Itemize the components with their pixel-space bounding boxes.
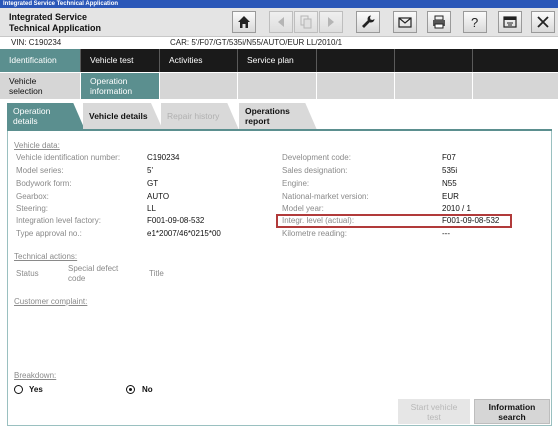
vehicle-info-bar: VIN: C190234 CAR: 5'/F07/GT/535i/N55/AUT… xyxy=(0,37,558,48)
app-title: Integrated Service Technical Application xyxy=(9,12,102,33)
subnav-empty-3 xyxy=(317,73,395,99)
value-vin: C190234 xyxy=(147,153,180,162)
subnav-empty-2 xyxy=(238,73,317,99)
home-icon xyxy=(238,16,250,28)
close-icon xyxy=(537,16,549,28)
window-title: Integrated Service Technical Application xyxy=(3,1,119,7)
subnav-vehicle-selection[interactable]: Vehicle selection xyxy=(0,73,81,99)
subnav-empty-5 xyxy=(473,73,558,99)
forward-button[interactable] xyxy=(319,11,343,33)
printer-icon xyxy=(433,15,445,29)
vehicle-data-heading: Vehicle data: xyxy=(14,141,60,150)
wrench-icon xyxy=(362,15,375,28)
window-button[interactable] xyxy=(498,11,522,33)
customer-complaint-heading: Customer complaint: xyxy=(14,297,88,306)
breakdown-yes-label: Yes xyxy=(29,385,43,394)
value-gearbox: AUTO xyxy=(147,192,170,201)
information-search-button[interactable]: Information search xyxy=(474,399,550,424)
breakdown-no-radio[interactable] xyxy=(126,385,135,394)
car-text: CAR: 5'/F07/GT/535i/N55/AUTO/EUR LL/2010… xyxy=(170,38,343,47)
col-status: Status xyxy=(16,269,39,278)
label-bodywork: Bodywork form: xyxy=(16,179,72,188)
col-title: Title xyxy=(149,269,164,278)
breakdown-heading: Breakdown: xyxy=(14,371,57,380)
subnav-empty-4 xyxy=(395,73,473,99)
label-integration-actual: Integr. level (actual): xyxy=(282,216,355,225)
copy-icon xyxy=(300,15,312,29)
nav-activities[interactable]: Activities xyxy=(160,49,238,72)
back-icon xyxy=(278,17,284,27)
tab-operation-details[interactable]: Operation details xyxy=(7,103,85,130)
forward-icon xyxy=(328,17,334,27)
mail-button[interactable] xyxy=(393,11,417,33)
value-development-code: F07 xyxy=(442,153,456,162)
main-navigation: Identification Vehicle test Activities S… xyxy=(0,49,558,72)
technical-actions-heading: Technical actions: xyxy=(14,252,78,261)
wrench-button[interactable] xyxy=(356,11,380,33)
value-type-approval: e1*2007/46*0215*00 xyxy=(147,229,221,238)
label-integration-factory: Integration level factory: xyxy=(16,216,101,225)
tab-operations-report[interactable]: Operations report xyxy=(239,103,317,130)
value-engine: N55 xyxy=(442,179,457,188)
label-type-approval: Type approval no.: xyxy=(16,229,82,238)
value-bodywork: GT xyxy=(147,179,159,188)
label-development-code: Development code: xyxy=(282,153,351,162)
copy-button[interactable] xyxy=(294,11,318,33)
value-integration-factory: F001-09-08-532 xyxy=(147,216,205,225)
help-button[interactable]: ? xyxy=(463,11,487,33)
label-national-market: National-market version: xyxy=(282,192,369,201)
tab-vehicle-details[interactable]: Vehicle details xyxy=(83,103,163,130)
window-titlebar: Integrated Service Technical Application xyxy=(0,0,558,8)
nav-service-plan[interactable]: Service plan xyxy=(238,49,317,72)
mail-icon xyxy=(398,17,412,28)
nav-identification[interactable]: Identification xyxy=(0,49,81,72)
sub-navigation: Vehicle selection Operation information xyxy=(0,73,558,99)
vin-text: VIN: C190234 xyxy=(11,38,62,47)
tab-repair-history[interactable]: Repair history xyxy=(161,103,239,130)
value-integration-actual: F001-09-08-532 xyxy=(442,216,500,225)
label-model-series: Model series: xyxy=(16,166,64,175)
label-steering: Steering: xyxy=(16,204,49,213)
help-icon: ? xyxy=(471,15,478,30)
label-engine: Engine: xyxy=(282,179,310,188)
label-gearbox: Gearbox: xyxy=(16,192,49,201)
label-kilometre-reading: Kilometre reading: xyxy=(282,229,347,238)
value-national-market: EUR xyxy=(442,192,459,201)
value-model-series: 5' xyxy=(147,166,153,175)
nav-empty-3 xyxy=(473,49,558,72)
app-header: Integrated Service Technical Application… xyxy=(0,8,558,37)
subnav-empty-1 xyxy=(160,73,238,99)
value-steering: LL xyxy=(147,204,156,213)
breakdown-no-label: No xyxy=(142,385,153,394)
col-special-defect-code: Special defect code xyxy=(68,264,119,283)
label-vin: Vehicle identification number: xyxy=(16,153,121,162)
subnav-operation-information[interactable]: Operation information xyxy=(81,73,160,99)
tab-strip: Operation details Vehicle details Repair… xyxy=(0,100,558,130)
print-button[interactable] xyxy=(427,11,451,33)
nav-empty-1 xyxy=(317,49,395,72)
home-button[interactable] xyxy=(232,11,256,33)
back-button[interactable] xyxy=(269,11,293,33)
value-kilometre-reading: --- xyxy=(442,229,450,238)
value-sales-designation: 535i xyxy=(442,166,458,175)
label-sales-designation: Sales designation: xyxy=(282,166,348,175)
close-button[interactable] xyxy=(531,11,555,33)
nav-vehicle-test[interactable]: Vehicle test xyxy=(81,49,160,72)
start-vehicle-test-button[interactable]: Start vehicle test xyxy=(398,399,470,424)
svg-text:?: ? xyxy=(471,15,478,30)
breakdown-yes-radio[interactable] xyxy=(14,385,23,394)
label-model-year: Model year: xyxy=(282,204,324,213)
window-icon xyxy=(503,16,517,28)
nav-empty-2 xyxy=(395,49,473,72)
value-model-year: 2010 / 1 xyxy=(442,204,471,213)
